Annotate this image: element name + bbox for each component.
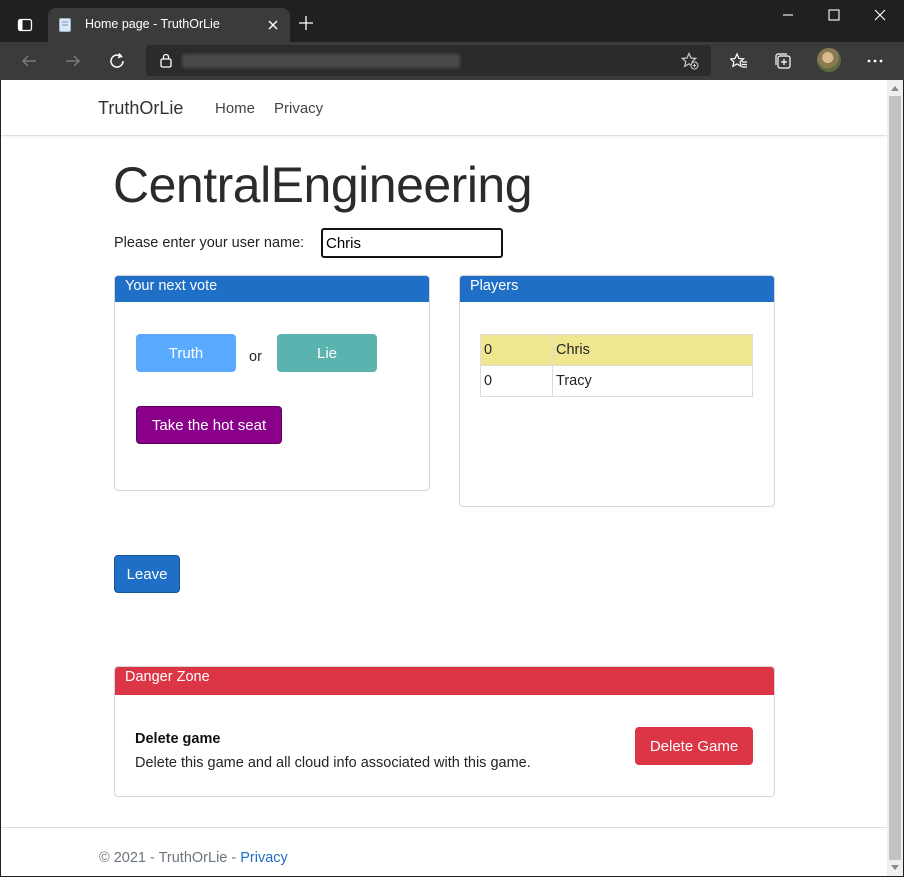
players-card: Players 0 Chris 0 Tracy [459, 275, 775, 507]
address-url-redacted [182, 54, 460, 68]
player-score: 0 [480, 334, 553, 366]
footer-text: © 2021 - TruthOrLie - Privacy [99, 850, 288, 866]
scroll-thumb[interactable] [889, 96, 901, 860]
footer-copyright: © 2021 - TruthOrLie - [99, 850, 241, 866]
collections-icon[interactable] [768, 46, 798, 76]
page-scrollbar[interactable] [887, 80, 903, 876]
page-icon [58, 18, 72, 32]
address-bar[interactable] [146, 45, 711, 76]
danger-zone-header: Danger Zone [115, 667, 774, 695]
plus-icon[interactable] [293, 10, 319, 36]
brand-link[interactable]: TruthOrLie [98, 98, 183, 119]
danger-zone-card: Danger Zone Delete game Delete this game… [114, 666, 775, 797]
site-footer: © 2021 - TruthOrLie - Privacy [1, 827, 887, 876]
close-icon[interactable] [265, 17, 281, 33]
players-table: 0 Chris 0 Tracy [480, 334, 753, 397]
tab-actions-icon[interactable] [10, 10, 40, 40]
scroll-down-icon[interactable] [887, 860, 903, 876]
browser-toolbar [0, 42, 904, 80]
username-input[interactable] [321, 228, 503, 258]
maximize-icon[interactable] [812, 0, 856, 30]
nav-link-privacy[interactable]: Privacy [274, 100, 323, 117]
browser-tab-bar: Home page - TruthOrLie [0, 0, 904, 42]
more-icon[interactable] [860, 46, 890, 76]
lock-icon [159, 53, 173, 73]
vote-card: Your next vote Truth or Lie Take the hot… [114, 275, 430, 491]
vote-card-header: Your next vote [115, 276, 429, 302]
scroll-up-icon[interactable] [887, 80, 903, 96]
tab-title: Home page - TruthOrLie [85, 17, 220, 31]
back-arrow-icon[interactable] [14, 46, 44, 76]
profile-avatar[interactable] [817, 48, 841, 72]
footer-privacy-link[interactable]: Privacy [240, 850, 288, 866]
username-label: Please enter your user name: [114, 235, 305, 251]
or-label: or [249, 349, 262, 365]
add-favorite-icon[interactable] [680, 52, 699, 75]
leave-button[interactable]: Leave [114, 555, 180, 593]
minimize-icon[interactable] [766, 0, 810, 30]
browser-tab[interactable]: Home page - TruthOrLie [48, 8, 290, 42]
page-title: CentralEngineering [113, 157, 533, 213]
hot-seat-button[interactable]: Take the hot seat [136, 406, 282, 444]
delete-game-description: Delete this game and all cloud info asso… [135, 755, 531, 771]
delete-game-title: Delete game [135, 731, 221, 747]
lie-button[interactable]: Lie [277, 334, 377, 372]
forward-arrow-icon[interactable] [58, 46, 88, 76]
site-navbar: TruthOrLie Home Privacy [1, 80, 887, 136]
player-row-current: 0 Chris [480, 334, 753, 366]
player-row: 0 Tracy [480, 365, 753, 397]
truth-button[interactable]: Truth [136, 334, 236, 372]
refresh-icon[interactable] [102, 46, 132, 76]
delete-game-button[interactable]: Delete Game [635, 727, 753, 765]
player-score: 0 [480, 365, 553, 397]
players-card-header: Players [460, 276, 774, 302]
page-viewport: TruthOrLie Home Privacy CentralEngineeri… [1, 80, 887, 876]
favorites-icon[interactable] [724, 46, 754, 76]
player-name: Tracy [552, 365, 753, 397]
player-name: Chris [552, 334, 753, 366]
nav-link-home[interactable]: Home [215, 100, 255, 117]
close-window-icon[interactable] [858, 0, 902, 30]
